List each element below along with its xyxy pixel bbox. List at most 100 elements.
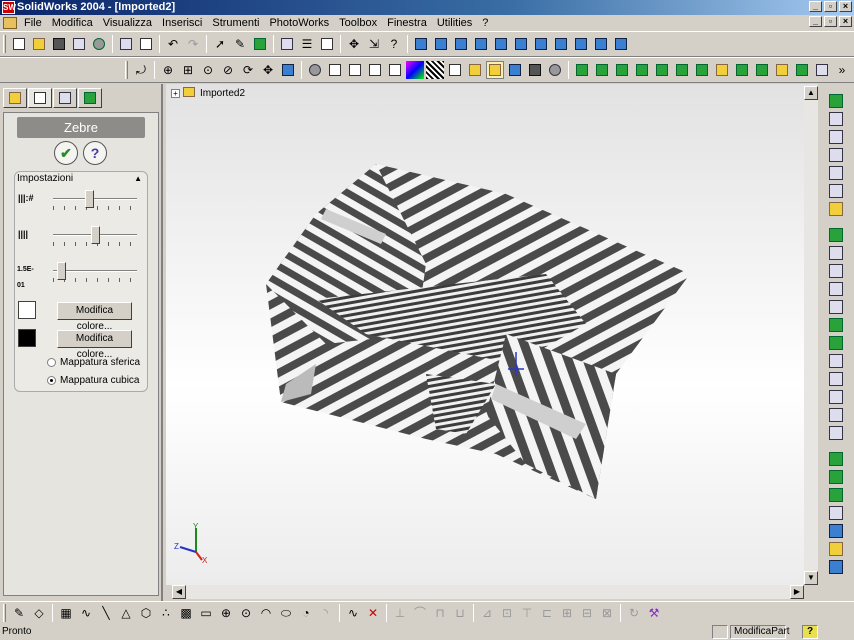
toolbar-grip-2[interactable] [125, 61, 128, 79]
feature-revolve-icon[interactable] [593, 61, 611, 79]
close-button[interactable]: × [839, 1, 852, 12]
point-icon[interactable]: ∴ [157, 604, 175, 622]
grid-pattern-icon[interactable]: ▩ [177, 604, 195, 622]
rectangle-icon[interactable]: ▭ [197, 604, 215, 622]
feature-shell-icon[interactable] [733, 61, 751, 79]
reference-point-icon[interactable] [829, 542, 843, 556]
feature-sweep-icon[interactable] [613, 61, 631, 79]
toolbar-grip[interactable] [3, 35, 6, 53]
menu-finestra[interactable]: Finestra [382, 15, 432, 31]
hidden-lines-visible-icon[interactable] [346, 61, 364, 79]
sketch-icon[interactable]: ✎ [10, 604, 28, 622]
edit-color-1-button[interactable]: Modifica colore... [57, 302, 132, 332]
chamfer-sketch-icon[interactable]: ⊡ [498, 604, 516, 622]
menu-file[interactable]: File [19, 15, 47, 31]
zoom-in-out-icon[interactable]: ⊙ [199, 61, 217, 79]
circle-icon[interactable]: ⊕ [217, 604, 235, 622]
menu-modifica[interactable]: Modifica [47, 15, 98, 31]
rebuild-icon[interactable] [251, 35, 269, 53]
view-bottom-icon[interactable] [512, 35, 530, 53]
tab-property-manager[interactable] [28, 88, 52, 108]
view-right-icon[interactable] [472, 35, 490, 53]
view-top-icon[interactable] [492, 35, 510, 53]
curve-through-points-icon[interactable] [829, 470, 843, 484]
linear-sketch-pattern-icon[interactable]: ⊞ [558, 604, 576, 622]
cubic-mapping-radio[interactable] [47, 376, 56, 385]
grid-icon[interactable]: ▦ [57, 604, 75, 622]
shell-icon[interactable] [829, 264, 843, 278]
feature-loft-icon[interactable] [633, 61, 651, 79]
view-iso-icon[interactable] [532, 35, 550, 53]
table-icon[interactable] [318, 35, 336, 53]
view-trimetric-icon[interactable] [552, 35, 570, 53]
collapse-arrow-icon[interactable]: ▲ [134, 173, 142, 185]
menu-photoworks[interactable]: PhotoWorks [264, 15, 334, 31]
swept-boss-icon[interactable] [829, 130, 843, 144]
section-view-icon[interactable] [506, 61, 524, 79]
settings-group-header[interactable]: Impostazioni ▲ [17, 173, 145, 185]
status-help-icon[interactable]: ? [802, 625, 818, 639]
feature-fillet-icon[interactable] [673, 61, 691, 79]
construction-icon[interactable]: ⊤ [518, 604, 536, 622]
list-icon[interactable]: ☰ [298, 35, 316, 53]
tangent-arc-icon[interactable]: ◝ [317, 604, 335, 622]
axis-icon[interactable] [829, 426, 843, 440]
polygon-icon[interactable]: ⬡ [137, 604, 155, 622]
rotate-entities-icon[interactable]: ↻ [625, 604, 643, 622]
move-entities-icon[interactable]: ⊠ [598, 604, 616, 622]
shaded-icon[interactable] [446, 61, 464, 79]
composite-curve-icon[interactable] [829, 524, 843, 538]
snap-icon[interactable]: ✥ [345, 35, 363, 53]
ok-button[interactable]: ✔ [54, 141, 78, 165]
projected-curve-icon[interactable] [829, 488, 843, 502]
rotate-icon[interactable]: ⟳ [239, 61, 257, 79]
spherical-mapping-radio[interactable] [47, 358, 56, 367]
ellipse-icon[interactable]: ⬭ [277, 604, 295, 622]
horizontal-scrollbar[interactable]: ◀ ▶ [172, 585, 804, 599]
view-dimetric-icon[interactable] [572, 35, 590, 53]
minimize-button[interactable]: _ [809, 1, 822, 12]
feature-plane-icon[interactable] [813, 61, 831, 79]
fillet-icon[interactable] [829, 202, 843, 216]
rib-icon[interactable] [829, 246, 843, 260]
tab-feature-manager[interactable] [3, 88, 27, 108]
extruded-cut-icon[interactable] [829, 166, 843, 180]
feature-hole-icon[interactable] [773, 61, 791, 79]
plane-icon[interactable] [829, 408, 843, 422]
document-icon[interactable] [3, 17, 17, 29]
filter-icon[interactable]: ⇲ [365, 35, 383, 53]
draft-icon[interactable] [829, 282, 843, 296]
sketch-pen-icon[interactable]: ✎ [231, 35, 249, 53]
view-left-icon[interactable] [452, 35, 470, 53]
normal-to-icon[interactable] [592, 35, 610, 53]
hidden-lines-removed-icon[interactable] [366, 61, 384, 79]
feature-draft-icon[interactable] [753, 61, 771, 79]
circular-pattern-icon[interactable] [829, 354, 843, 368]
feature-extrude-icon[interactable] [573, 61, 591, 79]
view-front-icon[interactable] [412, 35, 430, 53]
lofted-boss-icon[interactable] [829, 148, 843, 162]
center-circle-icon[interactable]: ⊙ [237, 604, 255, 622]
zoom-selection-icon[interactable]: ⊘ [219, 61, 237, 79]
open-file-icon[interactable] [30, 35, 48, 53]
shaded-edges-icon[interactable] [386, 61, 404, 79]
doc-restore-button[interactable]: ▫ [824, 16, 837, 27]
doc-minimize-button[interactable]: _ [809, 16, 822, 27]
previous-view-icon[interactable]: ⤾ [132, 61, 150, 79]
doc-close-button[interactable]: × [839, 16, 852, 27]
delete-icon[interactable]: ✕ [364, 604, 382, 622]
mirror-icon[interactable] [829, 372, 843, 386]
menu-visualizza[interactable]: Visualizza [98, 15, 157, 31]
save-icon[interactable] [50, 35, 68, 53]
spline-curve-icon[interactable]: ∿ [344, 604, 362, 622]
revolved-boss-icon[interactable] [829, 112, 843, 126]
shaded-yellow-active-icon[interactable] [486, 61, 504, 79]
stripe-count-slider-thumb[interactable] [85, 190, 94, 208]
zebra-stripes-icon[interactable] [426, 61, 444, 79]
scroll-up-button[interactable]: ▲ [804, 86, 818, 100]
hole-icon[interactable] [829, 300, 843, 314]
stripe-width-slider-thumb[interactable] [91, 226, 100, 244]
whats-this-icon[interactable]: ? [385, 35, 403, 53]
render-sphere-icon[interactable] [306, 61, 324, 79]
menu-help[interactable]: ? [477, 15, 493, 31]
